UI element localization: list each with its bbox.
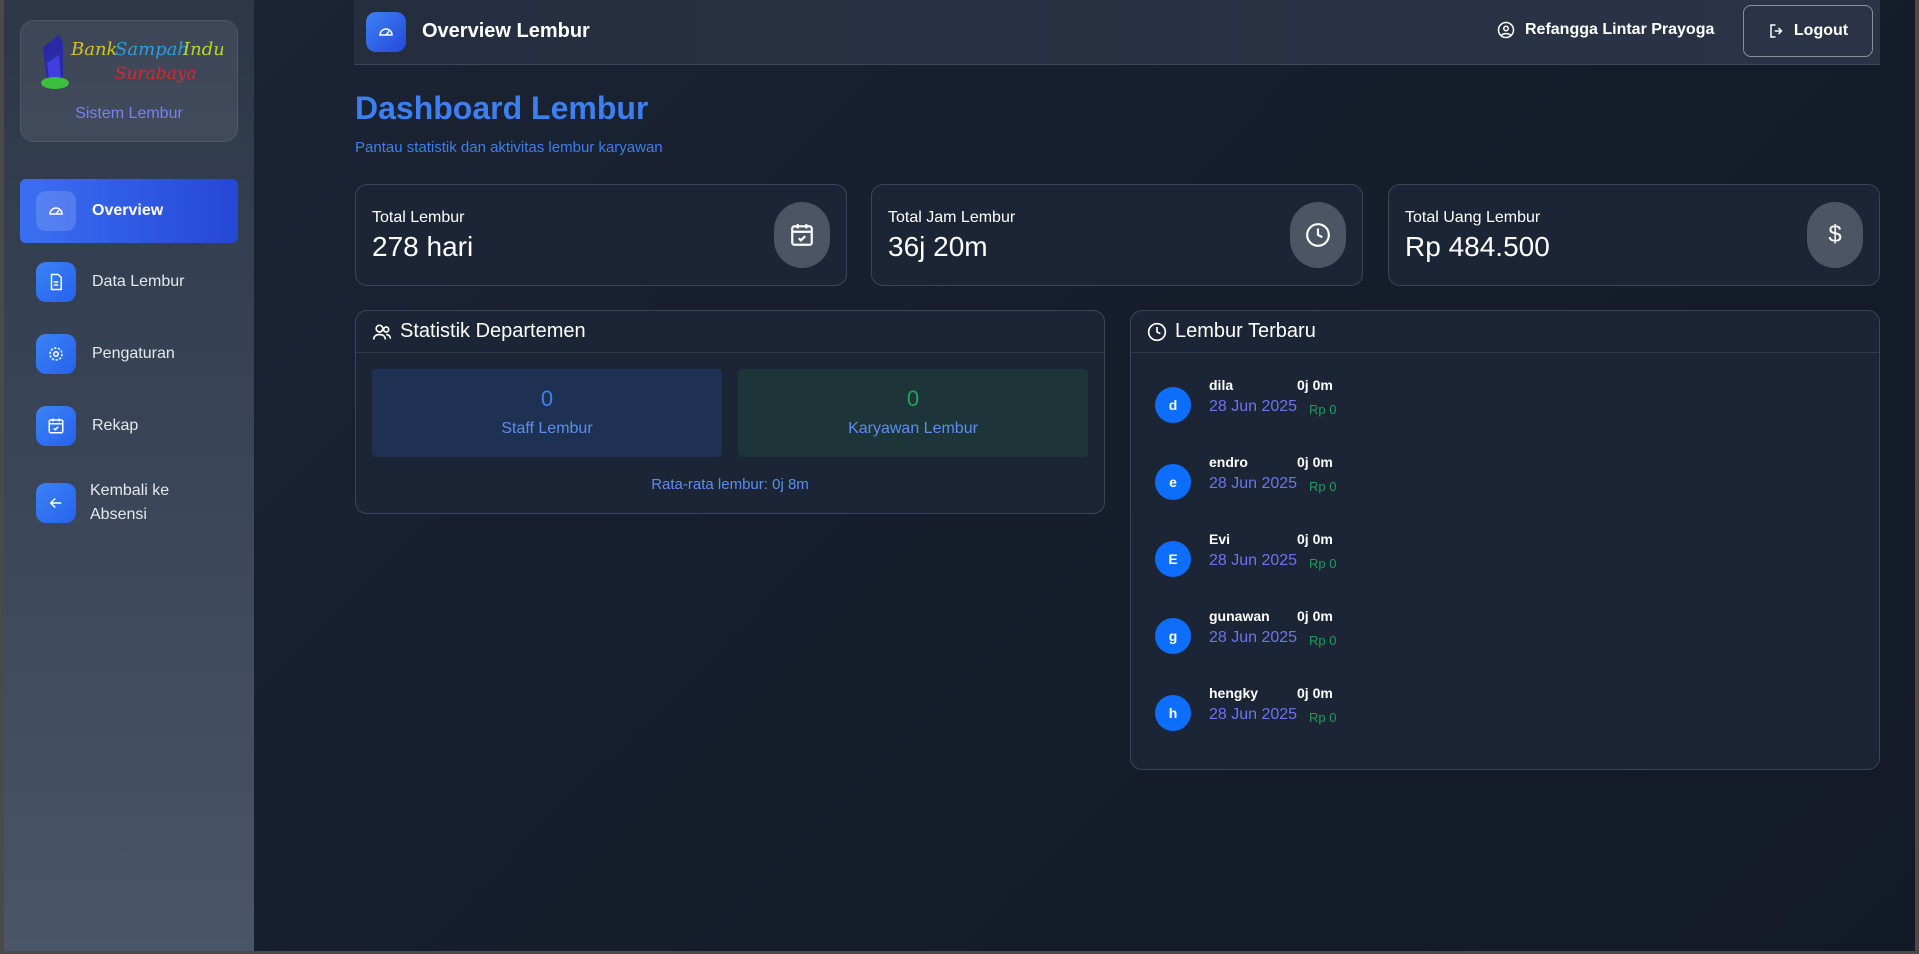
gear-icon bbox=[36, 334, 76, 374]
users-icon bbox=[372, 324, 392, 340]
avatar: h bbox=[1155, 695, 1191, 731]
clock-icon bbox=[1147, 322, 1167, 341]
recent-hours: 0j 0m bbox=[1297, 685, 1333, 701]
recent-name: dila bbox=[1209, 377, 1234, 393]
karyawan-lembur-label: Karyawan Lembur bbox=[848, 420, 978, 437]
panel-header: Statistik Departemen bbox=[356, 311, 1104, 353]
gauge-icon bbox=[36, 191, 76, 231]
recent-date: 28 Jun 2025 bbox=[1209, 706, 1298, 723]
staff-lembur-value: 0 bbox=[540, 386, 554, 411]
svg-text:Surabaya: Surabaya bbox=[115, 64, 197, 84]
page-header-title: Overview Lembur bbox=[422, 20, 590, 42]
sidebar-item-label: Overview bbox=[92, 202, 164, 219]
recent-name: Evi bbox=[1209, 531, 1231, 547]
topbar: Overview Lembur Refangga Lintar Prayoga … bbox=[354, 0, 1880, 65]
list-item[interactable]: d dila 0j 0m 28 Jun 2025 Rp 0 bbox=[1155, 377, 1455, 437]
sidebar: Bank Sampah Induk Surabaya Sistem Lembur… bbox=[4, 0, 254, 951]
svg-text:Induk: Induk bbox=[182, 39, 223, 60]
sidebar-item-rekap[interactable]: Rekap bbox=[20, 394, 238, 458]
avatar: e bbox=[1155, 464, 1191, 500]
user-circle-icon bbox=[1497, 21, 1515, 39]
recent-date: 28 Jun 2025 bbox=[1209, 475, 1298, 492]
calendar-check-icon bbox=[36, 406, 76, 446]
avatar: d bbox=[1155, 387, 1191, 423]
sidebar-item-kembali-absensi[interactable]: Kembali ke Absensi bbox=[20, 470, 238, 536]
panel-header: Lembur Terbaru bbox=[1131, 311, 1879, 353]
logout-icon bbox=[1770, 24, 1783, 38]
panel-title: Lembur Terbaru bbox=[1175, 320, 1316, 342]
recent-hours: 0j 0m bbox=[1297, 377, 1333, 393]
recent-date: 28 Jun 2025 bbox=[1209, 398, 1298, 415]
page-subtitle: Pantau statistik dan aktivitas lembur ka… bbox=[355, 139, 663, 156]
list-item[interactable]: h hengky 0j 0m 28 Jun 2025 Rp 0 bbox=[1155, 685, 1455, 745]
stat-value: 36j 20m bbox=[888, 231, 988, 262]
avatar: g bbox=[1155, 618, 1191, 654]
logout-button[interactable]: Logout bbox=[1743, 5, 1873, 57]
stat-card-total-uang: Total Uang Lembur Rp 484.500 $ bbox=[1388, 184, 1880, 286]
recent-hours: 0j 0m bbox=[1297, 454, 1333, 470]
panel-title: Statistik Departemen bbox=[400, 320, 586, 342]
svg-text:Bank: Bank bbox=[70, 39, 117, 60]
stat-card-total-lembur: Total Lembur 278 hari bbox=[355, 184, 847, 286]
recent-money: Rp 0 bbox=[1309, 710, 1337, 725]
sidebar-item-label: Kembali ke Absensi bbox=[90, 482, 170, 523]
department-stats-panel: Statistik Departemen 0 Staff Lembur 0 Ka… bbox=[355, 310, 1105, 514]
stat-value: 278 hari bbox=[372, 231, 474, 262]
recent-name: gunawan bbox=[1209, 608, 1270, 624]
recent-money: Rp 0 bbox=[1309, 556, 1337, 571]
sidebar-item-label: Rekap bbox=[92, 417, 139, 434]
sidebar-item-data-lembur[interactable]: Data Lembur bbox=[20, 250, 238, 314]
stat-label: Total Jam Lembur bbox=[888, 209, 1016, 226]
stat-label: Total Lembur bbox=[372, 209, 465, 226]
logo-card: Bank Sampah Induk Surabaya Sistem Lembur bbox=[20, 20, 238, 142]
calendar-check-icon bbox=[774, 202, 830, 268]
list-item[interactable]: E Evi 0j 0m 28 Jun 2025 Rp 0 bbox=[1155, 531, 1455, 591]
recent-name: hengky bbox=[1209, 685, 1259, 701]
staff-lembur-label: Staff Lembur bbox=[501, 420, 593, 437]
stat-value: Rp 484.500 bbox=[1405, 231, 1550, 262]
sidebar-item-label: Pengaturan bbox=[92, 345, 175, 362]
recent-money: Rp 0 bbox=[1309, 633, 1337, 648]
recent-name: endro bbox=[1209, 454, 1248, 470]
page-title: Dashboard Lembur bbox=[355, 90, 649, 126]
stat-label: Total Uang Lembur bbox=[1405, 209, 1541, 226]
logout-label: Logout bbox=[1793, 22, 1849, 39]
sidebar-item-overview[interactable]: Overview bbox=[20, 179, 238, 243]
document-icon bbox=[36, 262, 76, 302]
sidebar-subtitle: Sistem Lembur bbox=[75, 105, 183, 122]
svg-text:Sampah: Sampah bbox=[115, 39, 189, 60]
user-name: Refangga Lintar Prayoga bbox=[1525, 21, 1715, 38]
recent-date: 28 Jun 2025 bbox=[1209, 629, 1298, 646]
avatar: E bbox=[1155, 541, 1191, 577]
recent-lembur-panel: Lembur Terbaru d dila 0j 0m 28 Jun 2025 … bbox=[1130, 310, 1880, 770]
app-window: Bank Sampah Induk Surabaya Sistem Lembur… bbox=[4, 0, 1915, 951]
stat-card-total-jam: Total Jam Lembur 36j 20m bbox=[871, 184, 1363, 286]
arrow-left-icon bbox=[36, 483, 76, 523]
clock-icon bbox=[1290, 202, 1346, 268]
recent-money: Rp 0 bbox=[1309, 479, 1337, 494]
recent-date: 28 Jun 2025 bbox=[1209, 552, 1298, 569]
recent-hours: 0j 0m bbox=[1297, 608, 1333, 624]
recent-money: Rp 0 bbox=[1309, 402, 1337, 417]
dollar-icon: $ bbox=[1807, 202, 1863, 268]
sidebar-item-pengaturan[interactable]: Pengaturan bbox=[20, 322, 238, 386]
list-item[interactable]: e endro 0j 0m 28 Jun 2025 Rp 0 bbox=[1155, 454, 1455, 514]
karyawan-lembur-value: 0 bbox=[906, 386, 920, 411]
average-lembur: Rata-rata lembur: 0j 8m bbox=[651, 476, 809, 493]
user-menu[interactable]: Refangga Lintar Prayoga bbox=[1497, 21, 1714, 39]
gauge-icon bbox=[366, 12, 406, 52]
sidebar-item-label: Data Lembur bbox=[92, 273, 185, 290]
bank-sampah-logo: Bank Sampah Induk Surabaya bbox=[41, 35, 223, 89]
recent-hours: 0j 0m bbox=[1297, 531, 1333, 547]
karyawan-lembur-box: 0 Karyawan Lembur bbox=[738, 369, 1088, 457]
list-item[interactable]: g gunawan 0j 0m 28 Jun 2025 Rp 0 bbox=[1155, 608, 1455, 668]
staff-lembur-box: 0 Staff Lembur bbox=[372, 369, 722, 457]
